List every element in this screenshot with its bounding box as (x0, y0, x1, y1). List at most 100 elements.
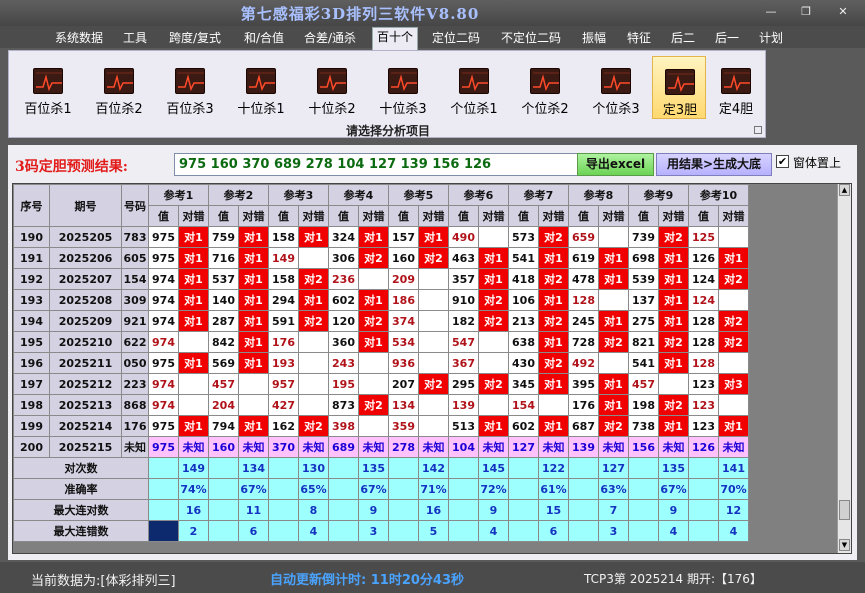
column-header-ref: 参考3 (268, 184, 329, 206)
ribbon-button[interactable]: 百位杀1 (13, 56, 83, 119)
ribbon-button[interactable]: 个位杀2 (510, 56, 580, 119)
ref-result-cell (358, 268, 389, 290)
ref-result-cell: 对2 (358, 394, 389, 416)
row-period: 2025215 (49, 436, 122, 458)
data-grid: 序号 期号 号码 参考1 参考2 参考3 参考4 参考5 参考6 参考7 参考8 参考9 参考10 值 对错… (13, 184, 749, 542)
table-row[interactable]: 197 2025212 223 974 457 957 195 207 对2 295 对2 345 对1… (13, 373, 749, 395)
ref-result-cell: 对1 (298, 226, 329, 248)
ref-result-cell: 未知 (178, 436, 209, 458)
stats-value: 4 (718, 520, 749, 542)
ref-result-cell: 对1 (238, 289, 269, 311)
stats-value: 2 (178, 520, 209, 542)
ref-result-cell: 对2 (358, 247, 389, 269)
stats-value: 142 (418, 457, 449, 479)
ribbon-button[interactable]: 个位杀3 (581, 56, 651, 119)
ref-value-cell: 738 (628, 415, 659, 437)
ref-result-cell: 对2 (538, 352, 569, 374)
menu-item[interactable]: 系统数据 (46, 29, 112, 47)
ribbon-button[interactable]: 个位杀1 (439, 56, 509, 119)
ribbon-button[interactable]: 百位杀2 (84, 56, 154, 119)
ribbon-button[interactable]: 十位杀2 (297, 56, 367, 119)
menu-item[interactable]: 工具 (116, 29, 154, 47)
ref-value-cell: 975 (148, 247, 179, 269)
table-row[interactable]: 194 2025209 921 974 对1 287 对1 591 对2 120 对2 374 182 对… (13, 310, 749, 332)
stats-row: 对次数 149 134 130 135 142 145 122 127 135 141 (13, 457, 749, 479)
row-period: 2025205 (49, 226, 122, 248)
ribbon-button[interactable]: 十位杀3 (368, 56, 438, 119)
scroll-down-icon[interactable]: ▼ (839, 539, 850, 551)
ribbon-button[interactable]: 百位杀3 (155, 56, 225, 119)
ref-value-cell: 395 (568, 373, 599, 395)
chart-icon (721, 68, 751, 94)
result-field[interactable]: 975 160 370 689 278 104 127 139 156 126 (174, 153, 578, 176)
stats-value: 61% (538, 478, 569, 500)
subheader-result: 对错 (598, 205, 629, 227)
ref-value-cell: 156 (628, 436, 659, 458)
stats-value: 16 (418, 499, 449, 521)
close-button[interactable]: ✕ (832, 4, 854, 20)
minimize-button[interactable]: — (760, 4, 782, 20)
stats-value: 4 (298, 520, 329, 542)
row-serial: 193 (13, 289, 50, 311)
menu-item[interactable]: 后一 (707, 29, 747, 47)
column-header-ref: 参考2 (208, 184, 269, 206)
stats-value: 135 (358, 457, 389, 479)
table-row[interactable]: 196 2025211 050 975 对1 569 对1 193 243 936 367 430 对2… (13, 352, 749, 374)
table-row[interactable]: 191 2025206 605 975 对1 716 对1 149 306 对2 160 对2 463 对… (13, 247, 749, 269)
ref-result-cell: 对1 (238, 310, 269, 332)
table-row[interactable]: 198 2025213 868 974 204 427 873 对2 134 139 154 176 对… (13, 394, 749, 416)
ref-value-cell: 104 (448, 436, 479, 458)
ribbon-button-label: 百位杀2 (95, 102, 143, 117)
ref-result-cell: 对1 (178, 289, 209, 311)
stats-spacer (688, 478, 719, 500)
ref-result-cell: 对3 (718, 373, 749, 395)
ribbon-button[interactable]: 定4胆 (709, 56, 763, 119)
ref-result-cell (418, 331, 449, 353)
stats-value: 7 (598, 499, 629, 521)
generate-base-button[interactable]: 用结果>生成大底 (656, 153, 772, 176)
table-row[interactable]: 200 2025215 未知 975 未知 160 未知 370 未知 689 未知 278 未知 104… (13, 436, 749, 458)
row-serial: 191 (13, 247, 50, 269)
menu-item[interactable]: 和/合值 (236, 29, 292, 47)
ref-value-cell: 137 (628, 289, 659, 311)
table-row[interactable]: 193 2025208 309 974 对1 140 对1 294 对1 602 对1 186 910 对… (13, 289, 749, 311)
menu-item[interactable]: 不定位二码 (492, 29, 570, 47)
ribbon-button[interactable]: 定3胆 (652, 56, 706, 119)
table-row[interactable]: 190 2025205 783 975 对1 759 对1 158 对1 324 对1 157 对1 49… (13, 226, 749, 248)
ref-result-cell (358, 352, 389, 374)
menu-item[interactable]: 百十个 (372, 27, 418, 50)
menu-item[interactable]: 后二 (663, 29, 703, 47)
menu-item[interactable]: 定位二码 (424, 29, 488, 47)
ref-result-cell (418, 310, 449, 332)
topmost-checkbox[interactable]: ✔ (776, 155, 789, 168)
ref-result-cell: 对1 (658, 352, 689, 374)
scroll-up-icon[interactable]: ▲ (839, 184, 850, 196)
menu-item[interactable]: 跨度/复式 (158, 29, 232, 47)
ref-result-cell: 对1 (598, 373, 629, 395)
ribbon-expand-icon[interactable] (754, 126, 762, 134)
export-excel-button[interactable]: 导出excel (577, 153, 654, 176)
ref-value-cell: 186 (388, 289, 419, 311)
menu-item[interactable]: 特征 (619, 29, 659, 47)
scroll-thumb[interactable] (839, 500, 850, 520)
table-row[interactable]: 199 2025214 176 975 对1 794 对1 162 对2 398 359 513 对1 6… (13, 415, 749, 437)
menu-item[interactable]: 振幅 (574, 29, 614, 47)
ribbon-button[interactable]: 十位杀1 (226, 56, 296, 119)
table-row[interactable]: 192 2025207 154 974 对1 537 对1 158 对2 236 209 357 对1 4… (13, 268, 749, 290)
menu-item[interactable]: 合差/通杀 (295, 29, 365, 47)
stats-spacer (268, 457, 299, 479)
vertical-scrollbar[interactable]: ▲ ▼ (837, 184, 851, 553)
maximize-button[interactable]: ❐ (795, 4, 817, 20)
row-number: 605 (121, 247, 149, 269)
stats-value: 67% (358, 478, 389, 500)
header-row: 序号 期号 号码 参考1 参考2 参考3 参考4 参考5 参考6 参考7 参考8 参考9 参考10 (13, 184, 749, 227)
menu-item[interactable]: 计划 (751, 29, 791, 47)
subheader-value: 值 (448, 205, 479, 227)
ref-result-cell: 对2 (478, 289, 509, 311)
stats-spacer (208, 457, 239, 479)
ref-result-cell: 对1 (598, 394, 629, 416)
row-period: 2025210 (49, 331, 122, 353)
table-row[interactable]: 195 2025210 622 974 842 对1 176 360 对1 534 547 638 对1… (13, 331, 749, 353)
stats-spacer (328, 520, 359, 542)
stats-spacer (148, 478, 179, 500)
